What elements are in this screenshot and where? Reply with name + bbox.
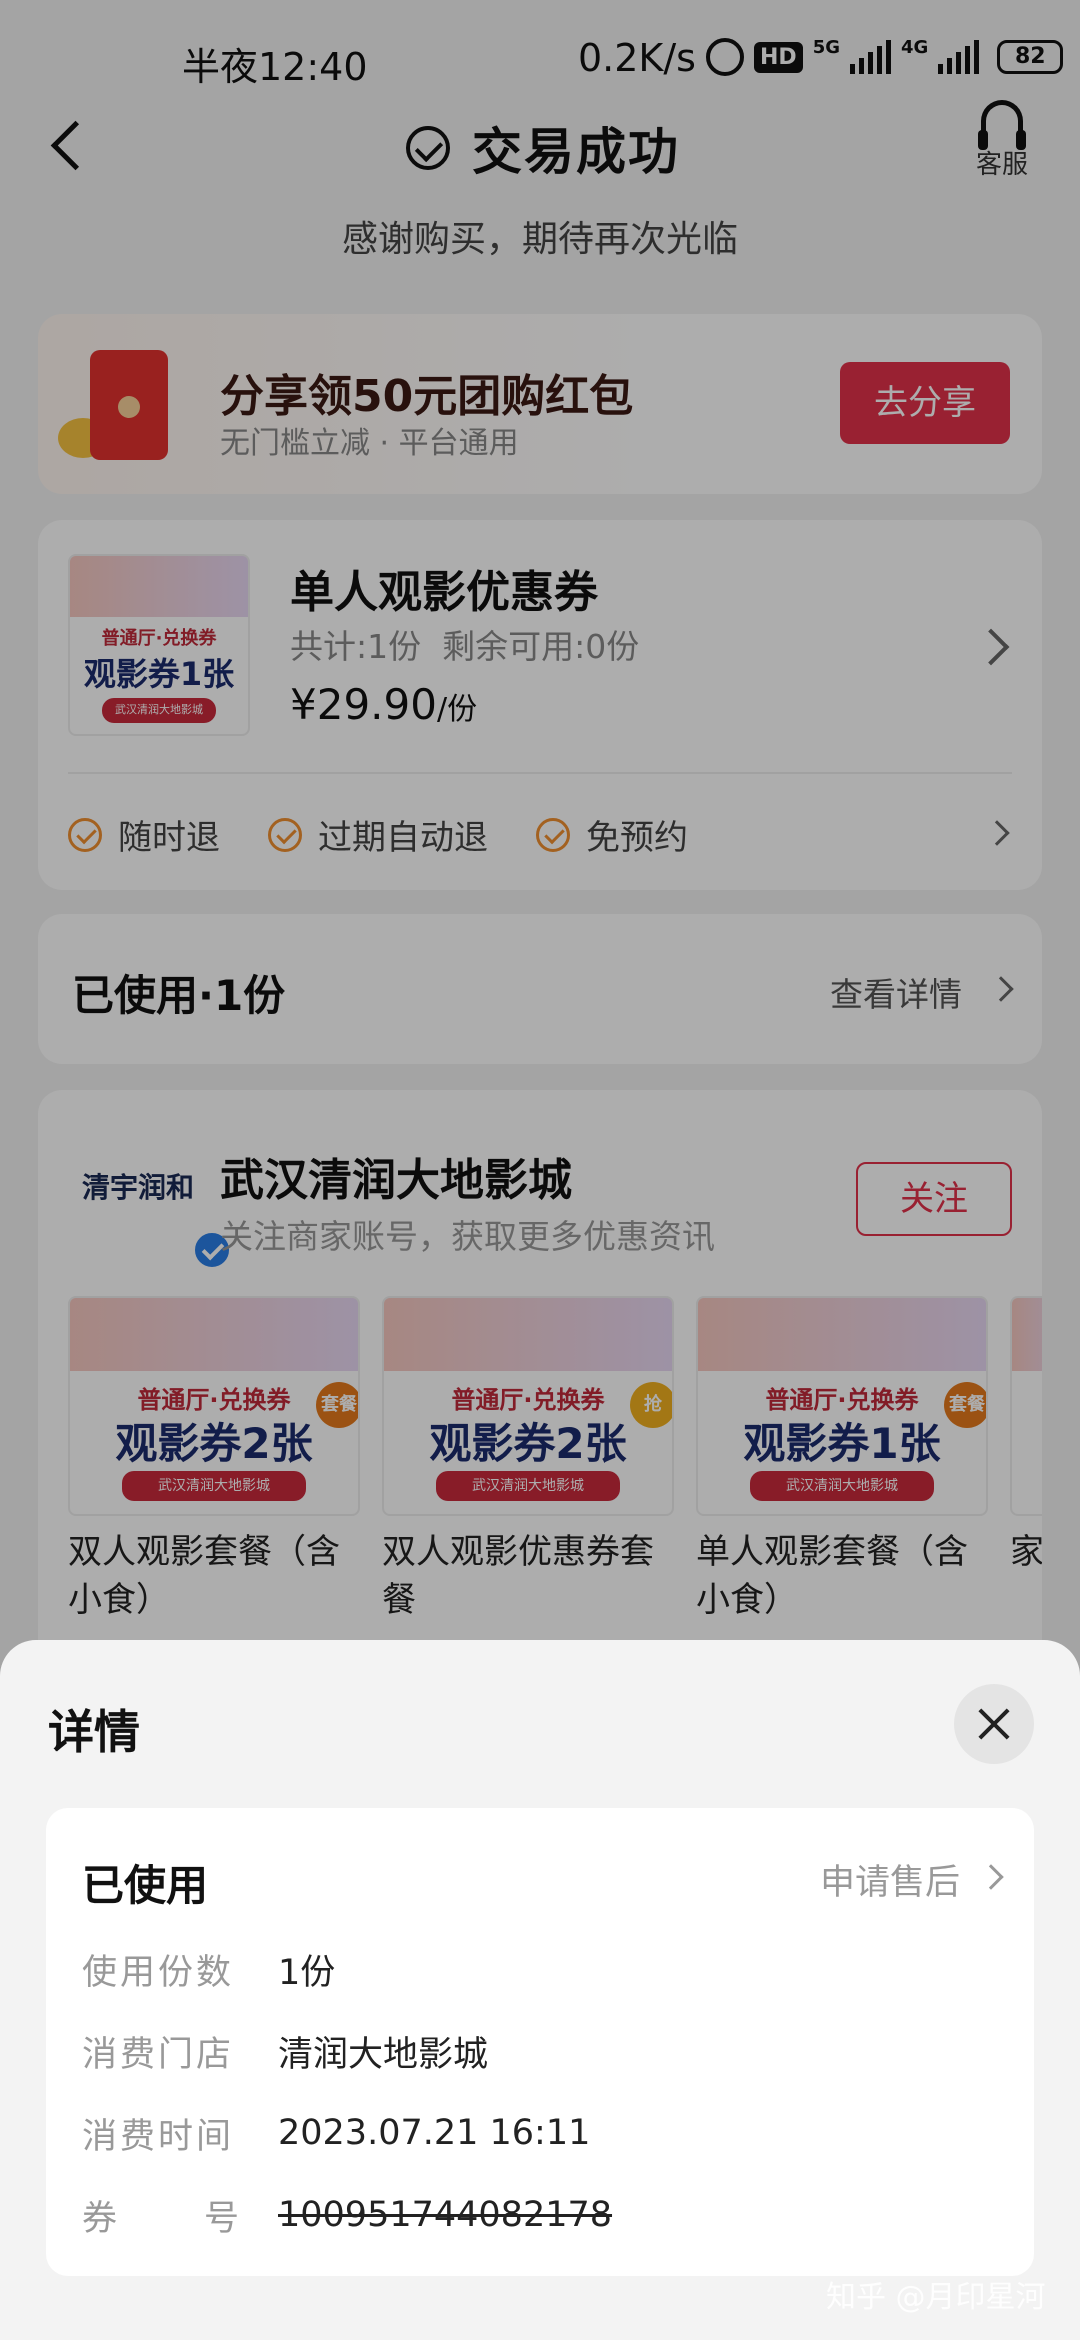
detail-row-voucher-code: 券号 100951744082178 bbox=[82, 2174, 612, 2256]
detail-card: 已使用 申请售后 使用份数 1份 消费门店 清润大地影城 消费时间 2023.0… bbox=[46, 1808, 1034, 2276]
watermark-text: 知乎 @月印星河 bbox=[826, 2280, 1046, 2315]
detail-label: 消费门店 bbox=[82, 2034, 235, 2075]
after-sale-link[interactable]: 申请售后 bbox=[820, 1854, 960, 1905]
detail-row-store: 消费门店 清润大地影城 bbox=[82, 2010, 612, 2092]
detail-rows: 使用份数 1份 消费门店 清润大地影城 消费时间 2023.07.21 16:1… bbox=[82, 1928, 612, 2256]
detail-value: 清润大地影城 bbox=[278, 2034, 489, 2075]
voucher-code-value[interactable]: 100951744082178 bbox=[278, 2195, 612, 2235]
chevron-right-icon bbox=[978, 1864, 1004, 1890]
detail-label: 券号 bbox=[82, 2190, 242, 2241]
sheet-title: 详情 bbox=[48, 1705, 140, 1759]
detail-label: 消费时间 bbox=[82, 2116, 235, 2157]
detail-label: 使用份数 bbox=[82, 1952, 235, 1993]
detail-value: 2023.07.21 16:11 bbox=[278, 2113, 591, 2153]
detail-value: 1份 bbox=[278, 1952, 336, 1993]
detail-status: 已使用 bbox=[82, 1861, 209, 1910]
detail-row-time: 消费时间 2023.07.21 16:11 bbox=[82, 2092, 612, 2174]
close-icon[interactable] bbox=[954, 1684, 1034, 1764]
label-part: 券 bbox=[82, 2198, 121, 2239]
details-bottom-sheet: 详情 已使用 申请售后 使用份数 1份 消费门店 清润大地影城 消费时间 202… bbox=[0, 1640, 1080, 2340]
label-part: 号 bbox=[203, 2198, 242, 2239]
detail-row-quantity: 使用份数 1份 bbox=[82, 1928, 612, 2010]
